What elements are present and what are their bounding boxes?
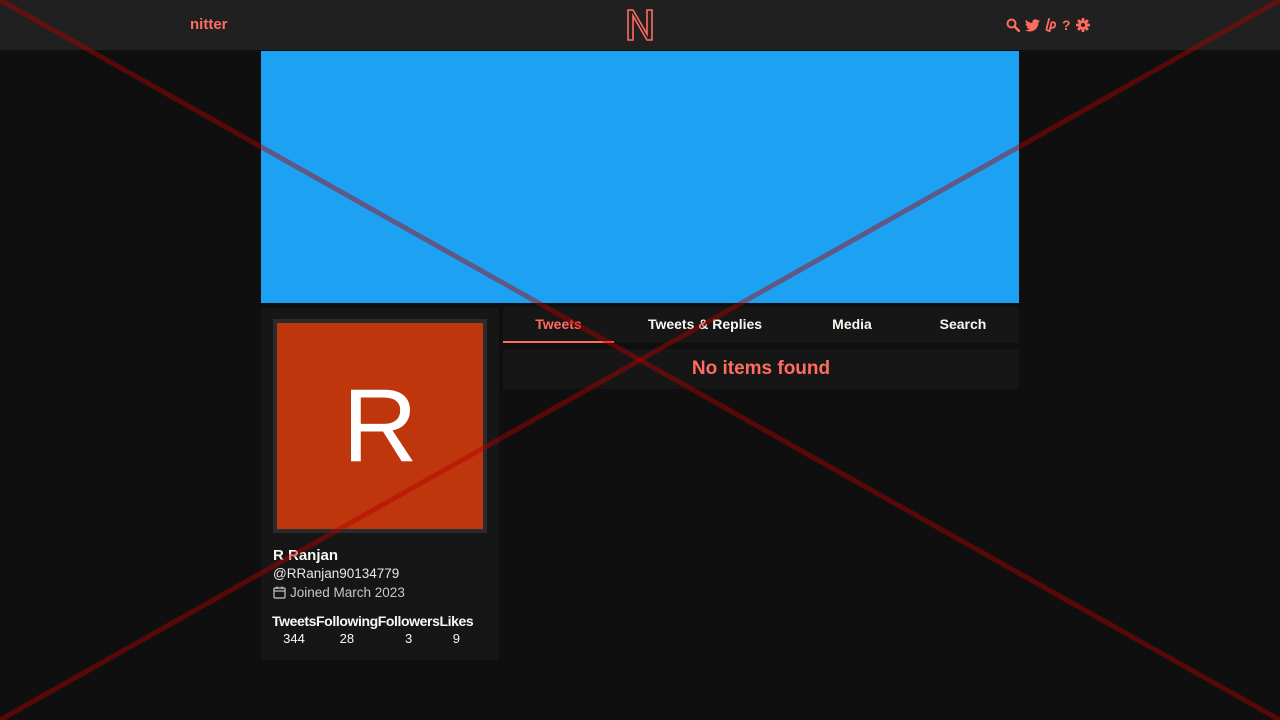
stat-followers[interactable]: Followers 3	[378, 613, 440, 646]
stat-label: Likes	[439, 613, 474, 629]
twitter-bird-icon[interactable]	[1025, 18, 1040, 32]
stat-label: Tweets	[272, 613, 317, 629]
calendar-icon	[273, 586, 286, 599]
avatar[interactable]: R	[277, 323, 483, 529]
gear-icon[interactable]	[1075, 18, 1090, 32]
search-icon[interactable]	[1006, 18, 1020, 32]
stat-label: Followers	[377, 613, 440, 629]
stat-value: 344	[283, 631, 305, 646]
profile-fullname[interactable]: R Ranjan	[273, 547, 338, 564]
stat-label: Following	[316, 613, 378, 629]
tab-search[interactable]: Search	[920, 307, 1006, 343]
profile-card: R R Ranjan @RRanjan90134779 Joined March…	[261, 308, 499, 660]
help-icon[interactable]: ?	[1062, 15, 1071, 35]
liberapay-icon[interactable]	[1045, 18, 1057, 32]
avatar-frame: R	[273, 319, 487, 533]
profile-stats: Tweets 344 Following 28 Followers 3 Like…	[272, 613, 474, 646]
profile-joindate: Joined March 2023	[273, 585, 405, 600]
tab-tweets-replies[interactable]: Tweets & Replies	[639, 307, 771, 343]
timeline-tabs: Tweets Tweets & Replies Media Search	[503, 307, 1019, 343]
stat-likes[interactable]: Likes 9	[440, 613, 474, 646]
brand-link[interactable]: nitter	[190, 16, 228, 33]
timeline-empty-message: No items found	[503, 349, 1019, 389]
profile-username[interactable]: @RRanjan90134779	[273, 566, 399, 581]
stat-value: 9	[452, 631, 461, 646]
stat-value: 28	[339, 631, 355, 646]
nitter-logo-icon[interactable]	[626, 8, 654, 42]
stat-following[interactable]: Following 28	[316, 613, 378, 646]
joindate-text: Joined March 2023	[290, 585, 405, 600]
tab-media[interactable]: Media	[809, 307, 895, 343]
nav-icons: ?	[1006, 15, 1090, 35]
stat-tweets[interactable]: Tweets 344	[272, 613, 316, 646]
navbar: nitter ?	[0, 0, 1280, 50]
tab-tweets[interactable]: Tweets	[503, 307, 614, 343]
profile-banner	[261, 51, 1019, 303]
stat-value: 3	[405, 631, 413, 646]
